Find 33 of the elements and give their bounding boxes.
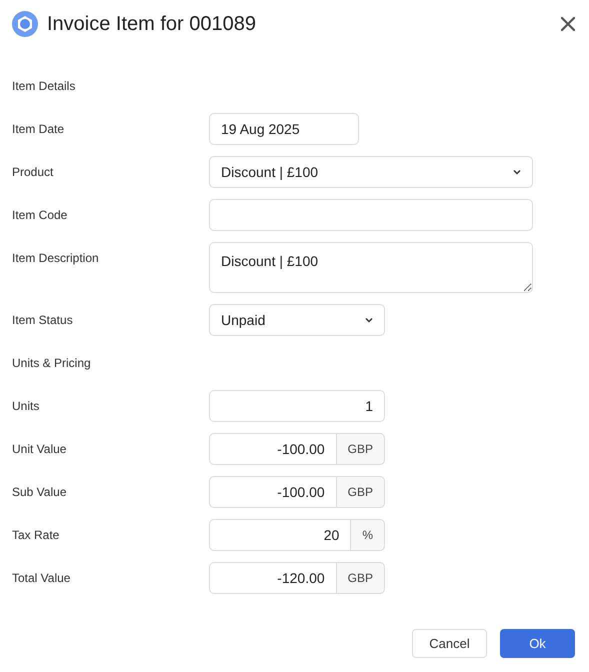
- number-field[interactable]: -100.00: [209, 476, 337, 508]
- field-label: Item Description: [12, 250, 100, 267]
- section-heading: Units & Pricing: [12, 355, 91, 372]
- field-label: Item Date: [12, 121, 66, 138]
- unit-addon: GBP: [336, 476, 385, 508]
- logo-icon: [12, 11, 38, 37]
- unit-addon: %: [351, 519, 385, 551]
- ok-button[interactable]: Ok: [500, 629, 575, 658]
- unit-addon: GBP: [336, 562, 385, 594]
- unit-addon: GBP: [336, 433, 385, 465]
- chevron-icon: [365, 317, 373, 323]
- cancel-button[interactable]: Cancel: [412, 629, 487, 658]
- number-field[interactable]: -120.00: [209, 562, 337, 594]
- field-label: Sub Value: [12, 484, 68, 501]
- field-label: Total Value: [12, 570, 72, 587]
- field-label: Units: [12, 398, 40, 415]
- date-field[interactable]: 19 Aug 2025: [209, 113, 359, 145]
- dropdown[interactable]: Discount | £100: [209, 156, 533, 188]
- text-area[interactable]: Discount | £100: [209, 242, 533, 293]
- section-heading: Item Details: [12, 78, 76, 95]
- field-label: Item Code: [12, 207, 68, 224]
- dropdown[interactable]: Unpaid: [209, 304, 385, 336]
- field-label: Product: [12, 164, 54, 181]
- field-label: Tax Rate: [12, 527, 60, 544]
- input-field[interactable]: [209, 199, 533, 231]
- field-label: Unit Value: [12, 441, 68, 458]
- chevron-icon: [513, 169, 521, 175]
- number-field[interactable]: -100.00: [209, 433, 337, 465]
- number-field[interactable]: 20: [209, 519, 352, 551]
- number-field[interactable]: 1: [209, 390, 385, 422]
- close-icon[interactable]: [561, 17, 575, 31]
- dialog-title: Invoice Item for 001089: [47, 12, 256, 37]
- field-label: Item Status: [12, 312, 74, 329]
